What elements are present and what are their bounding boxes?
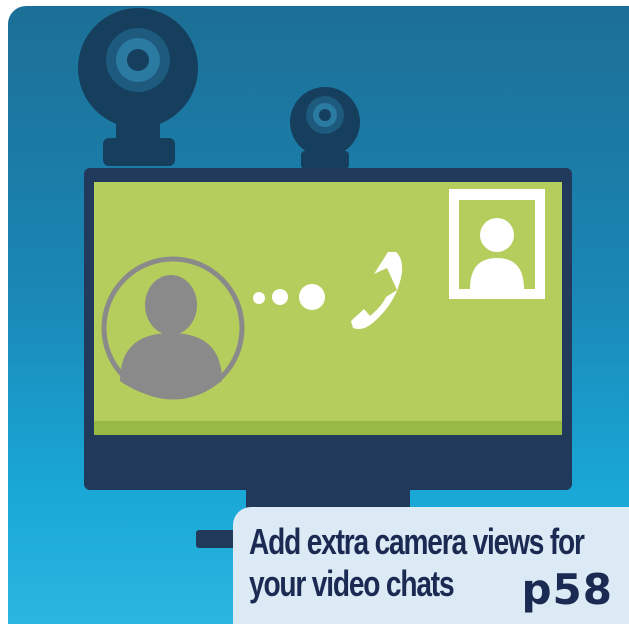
webcam-large-icon [78,8,198,166]
page-reference[interactable]: p58 [521,565,613,614]
caption-box: Add extra camera views for your video ch… [233,507,629,624]
article-teaser: Add extra camera views for your video ch… [0,0,629,624]
webcam-small-icon [290,87,360,169]
caption-line-1: Add extra camera views for [249,521,585,562]
contact-card-icon [449,189,545,299]
caption-line-2: your video chats [249,563,455,604]
